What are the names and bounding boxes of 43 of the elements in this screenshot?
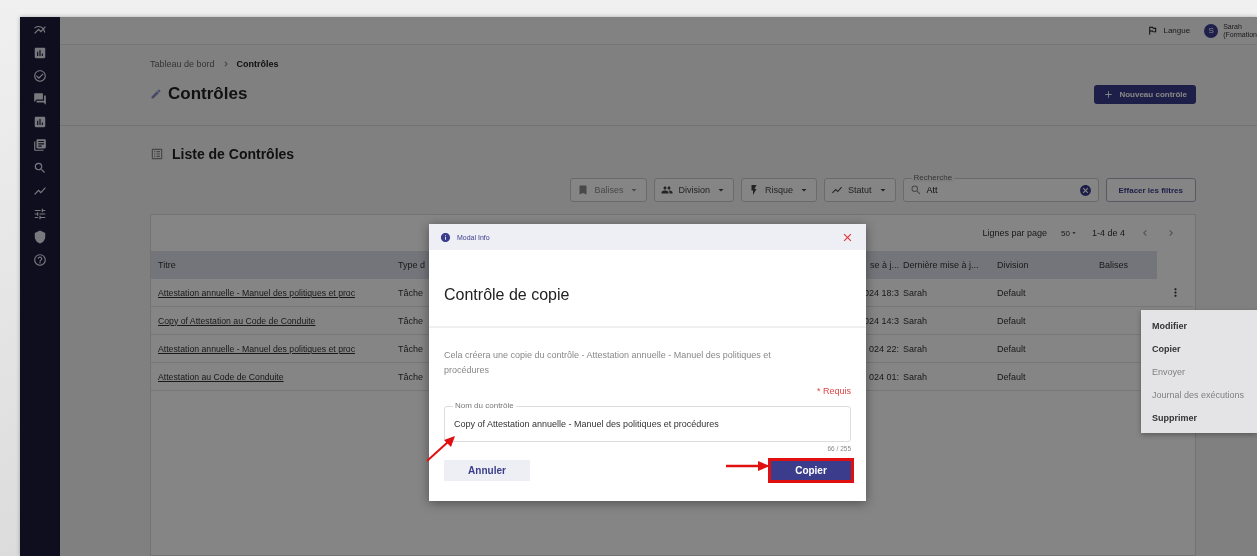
new-control-button[interactable]: Nouveau contrôle xyxy=(1094,84,1196,104)
table-cell: Tâche xyxy=(396,279,428,307)
rows-per-page-select[interactable]: 50 xyxy=(1061,228,1078,238)
column-header[interactable]: Dernière mise à j... xyxy=(899,251,993,279)
menu-item[interactable]: Modifier xyxy=(1152,316,1257,335)
user-avatar[interactable]: S xyxy=(1204,23,1219,38)
title-link[interactable]: Attestation au Code de Conduite xyxy=(158,371,284,382)
column-header[interactable]: Division xyxy=(993,251,1095,279)
filter-dropdown[interactable]: Division xyxy=(654,178,734,202)
table-cell: Sarah xyxy=(899,335,993,363)
clear-filters-button[interactable]: Effacer les filtres xyxy=(1105,178,1196,202)
filter-dropdown[interactable]: Statut xyxy=(824,178,896,202)
table-cell: Sarah xyxy=(899,363,993,391)
table-cell: Default xyxy=(993,307,1095,335)
breadcrumb-link[interactable]: Tableau de bord xyxy=(150,59,215,70)
table-cell: Default xyxy=(993,279,1095,307)
column-header[interactable]: Type d xyxy=(396,251,428,279)
title-link[interactable]: Attestation annuelle - Manuel des politiques et proc xyxy=(158,287,356,298)
language-link[interactable]: Langue xyxy=(1163,26,1191,36)
column-header[interactable]: Balises xyxy=(1095,251,1157,279)
rows-per-page-label: Lignes par page xyxy=(982,228,1048,238)
page-title: Contrôles xyxy=(168,84,248,105)
cancel-button[interactable]: Annuler xyxy=(444,460,530,481)
table-cell: Tâche xyxy=(396,307,428,335)
dialog-title: Contrôle de copie xyxy=(429,250,866,328)
filter-dropdown[interactable]: Risque xyxy=(741,178,817,202)
menu-item[interactable]: Supprimer xyxy=(1152,408,1257,427)
page-range: 1-4 de 4 xyxy=(1091,228,1125,238)
copy-button[interactable]: Copier xyxy=(771,461,851,480)
table-cell: Tâche xyxy=(396,363,428,391)
section-title: Liste de Contrôles xyxy=(172,146,295,162)
title-link[interactable]: Copy of Attestation au Code de Conduite xyxy=(158,315,316,326)
table-cell: Sarah xyxy=(899,307,993,335)
column-header[interactable]: se à j... xyxy=(865,251,899,279)
column-header[interactable]: Titre xyxy=(151,251,396,279)
table-cell: Sarah xyxy=(899,279,993,307)
menu-item[interactable]: Copier xyxy=(1152,339,1257,358)
dialog-description: Cela créera une copie du contrôle - Attestation annuelle - Manuel des politiques et procédures xyxy=(444,349,772,377)
title-link[interactable]: Attestation annuelle - Manuel des politiques et proc xyxy=(158,343,356,354)
table-cell: Default xyxy=(993,363,1095,391)
table-cell: Tâche xyxy=(396,335,428,363)
table-cell: Default xyxy=(993,335,1095,363)
required-note: * Requis xyxy=(816,386,851,396)
